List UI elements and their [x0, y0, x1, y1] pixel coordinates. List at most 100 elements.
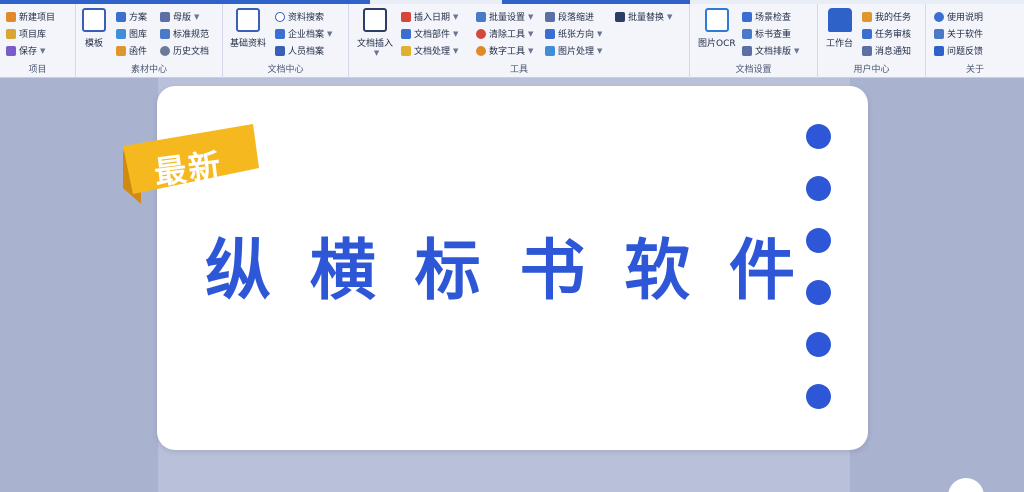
notifications-button[interactable]: 消息通知 [862, 43, 911, 58]
scene-check-button[interactable]: 场景检查 [742, 9, 791, 24]
decor-dot [806, 124, 831, 149]
title-char: 纵 [205, 232, 271, 309]
chevron-down-icon[interactable]: ▼ [453, 30, 458, 38]
task-icon [862, 11, 872, 22]
group-label: 项目 [28, 65, 47, 75]
layout-icon [742, 45, 752, 56]
group-doc-settings: 图片OCR 场景检查 标书查重 文档排版 ▼ 文档设置 [690, 4, 818, 78]
person-icon [275, 45, 285, 56]
template-button[interactable]: 模板 [82, 8, 106, 49]
gallery-button[interactable]: 图库 [116, 26, 147, 41]
clear-tools-button[interactable]: 清除工具 ▼ [476, 26, 533, 41]
group-label: 关于 [965, 65, 984, 75]
decor-dot [806, 176, 831, 201]
user-guide-button[interactable]: 使用说明 [934, 9, 983, 24]
chevron-down-icon[interactable]: ▼ [453, 13, 458, 21]
chevron-down-icon[interactable]: ▼ [194, 13, 199, 21]
chevron-down-icon[interactable]: ▼ [667, 13, 672, 21]
history-icon [160, 45, 170, 56]
group-doc-center: 基础资料 资料搜索 企业档案 ▼ 人员档案 文档中心 [223, 4, 349, 78]
doc-process-button[interactable]: 文档处理 ▼ [401, 43, 458, 58]
feedback-button[interactable]: 问题反馈 [934, 43, 983, 58]
decor-dot [806, 384, 831, 409]
group-label: 文档设置 [735, 65, 772, 75]
batch-settings-button[interactable]: 批量设置 ▼ [476, 9, 533, 24]
company-archive-button[interactable]: 企业档案 ▼ [275, 26, 332, 41]
company-icon [275, 28, 285, 39]
search-docs-button[interactable]: 资料搜索 [275, 9, 324, 24]
letter-button[interactable]: 函件 [116, 43, 147, 58]
title-char: 标 [414, 232, 481, 309]
template-icon [82, 8, 106, 32]
parts-icon [401, 28, 411, 39]
chevron-down-icon[interactable]: ▼ [528, 30, 533, 38]
staff-archive-button[interactable]: 人员档案 [275, 43, 324, 58]
decor-dot [806, 228, 831, 253]
chevron-down-icon[interactable]: ▼ [40, 47, 45, 55]
doc-layout-button[interactable]: 文档排版 ▼ [742, 43, 799, 58]
title-char: 横 [309, 232, 376, 309]
review-icon [862, 28, 872, 39]
chevron-down-icon[interactable]: ▼ [597, 30, 602, 38]
home-icon [827, 8, 852, 32]
chevron-down-icon[interactable]: ▼ [528, 47, 533, 55]
number-tools-button[interactable]: 数字工具 ▼ [476, 43, 533, 58]
chevron-down-icon[interactable]: ▼ [327, 30, 332, 38]
orientation-icon [545, 28, 555, 39]
clear-icon [476, 28, 486, 39]
plan-button[interactable]: 方案 [116, 9, 147, 24]
chevron-down-icon[interactable]: ▼ [453, 47, 458, 55]
task-review-button[interactable]: 任务审核 [862, 26, 911, 41]
chevron-down-icon[interactable]: ▼ [528, 13, 533, 21]
workbench-button[interactable]: 工作台 [826, 8, 853, 49]
group-user-center: 工作台 我的任务 任务审核 消息通知 用户中心 [818, 4, 926, 78]
download-icon [934, 28, 944, 39]
number-icon [476, 45, 486, 56]
basic-info-button[interactable]: 基础资料 [230, 8, 266, 49]
speaker-icon [862, 45, 872, 56]
check-icon [742, 11, 752, 22]
standard-icon [160, 28, 170, 39]
insert-date-button[interactable]: 插入日期 ▼ [401, 9, 458, 24]
picture-icon [545, 45, 555, 56]
batch-icon [476, 11, 486, 22]
batch-replace-button[interactable]: 批量替换 ▼ [615, 9, 672, 24]
history-docs-button[interactable]: 历史文档 [160, 43, 209, 58]
image-ocr-button[interactable]: 图片OCR [698, 8, 736, 49]
save-button[interactable]: 保存 ▼ [6, 43, 45, 58]
image-process-button[interactable]: 图片处理 ▼ [545, 43, 602, 58]
duplicate-icon [742, 28, 752, 39]
group-label: 用户中心 [853, 65, 890, 75]
group-label: 文档中心 [267, 65, 304, 75]
insert-icon [363, 8, 387, 32]
chevron-down-icon[interactable]: ▼ [794, 47, 799, 55]
doc-insert-button[interactable]: 文档插入 ▼ [357, 8, 393, 57]
new-project-icon [6, 11, 16, 22]
chevron-down-icon[interactable]: ▼ [597, 47, 602, 55]
chevron-down-icon[interactable]: ▼ [374, 49, 379, 57]
standards-button[interactable]: 标准规范 [160, 26, 209, 41]
my-tasks-button[interactable]: 我的任务 [862, 9, 911, 24]
replace-icon [615, 11, 625, 22]
master-button[interactable]: 母版 ▼ [160, 9, 199, 24]
new-project-button[interactable]: 新建项目 [6, 9, 55, 24]
duplicate-check-button[interactable]: 标书查重 [742, 26, 791, 41]
doc-parts-button[interactable]: 文档部件 ▼ [401, 26, 458, 41]
group-label: 素材中心 [130, 65, 167, 75]
indent-icon [545, 11, 555, 22]
group-project: 新建项目 项目库 保存 ▼ 项目 [0, 4, 76, 78]
plan-icon [116, 11, 126, 22]
floating-action-button[interactable] [948, 478, 984, 492]
ribbon-toolbar: 新建项目 项目库 保存 ▼ 项目 模板 方案 图库 函件 母版 ▼ 标准规范 历史文… [0, 4, 1024, 78]
about-software-button[interactable]: 关于软件 [934, 26, 983, 41]
paragraph-indent-button[interactable]: 段落缩进 [545, 9, 594, 24]
share-icon [934, 45, 944, 56]
paper-orientation-button[interactable]: 纸张方向 ▼ [545, 26, 602, 41]
group-label: 工具 [509, 65, 528, 75]
ocr-icon [704, 8, 729, 32]
group-tools: 文档插入 ▼ 插入日期 ▼ 文档部件 ▼ 文档处理 ▼ 批量设置 ▼ 清除工具 ▼ 数字工具… [349, 4, 690, 78]
project-library-button[interactable]: 项目库 [6, 26, 46, 41]
master-icon [160, 11, 170, 22]
group-materials: 模板 方案 图库 函件 母版 ▼ 标准规范 历史文档 素材中心 [76, 4, 223, 78]
banner-title: 纵 横 标 书 软 件 [205, 222, 795, 309]
